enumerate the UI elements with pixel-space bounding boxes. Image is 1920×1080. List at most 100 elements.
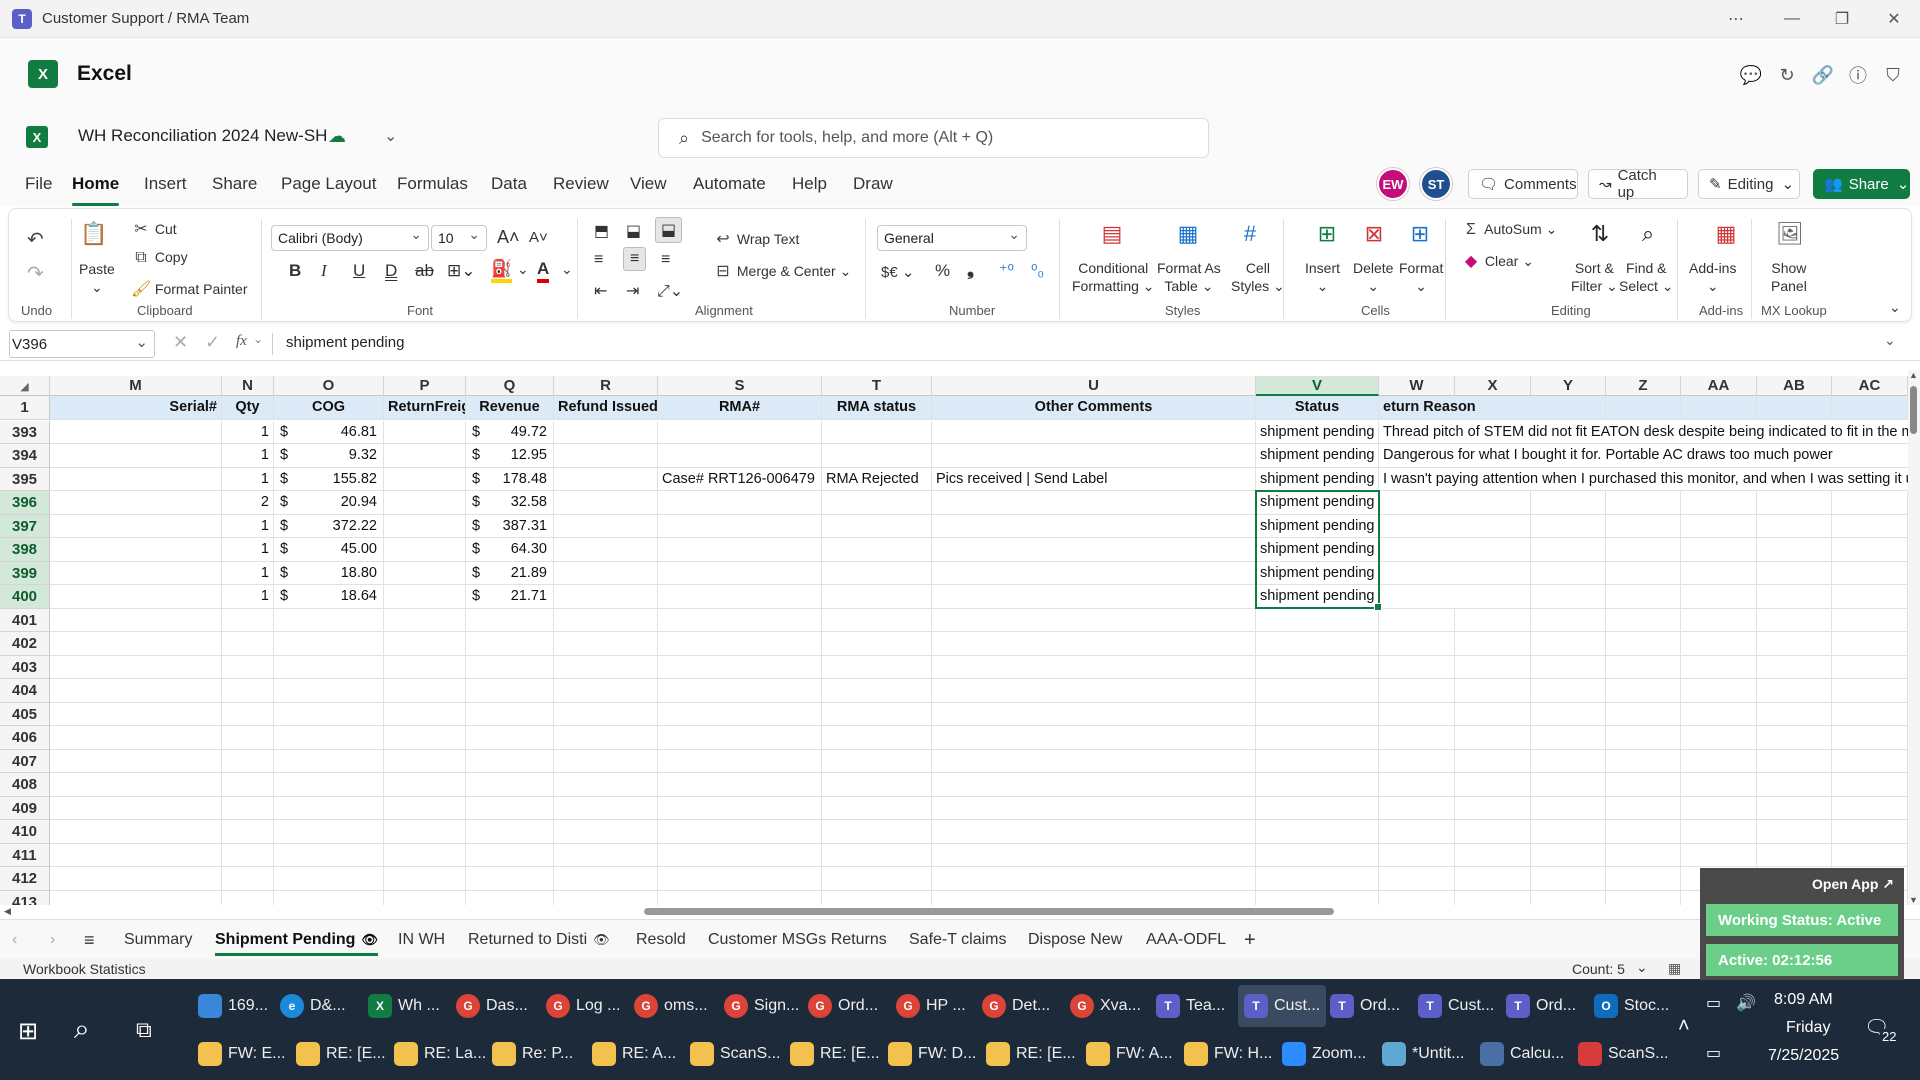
chevron-down-icon[interactable]: ⌄	[1636, 959, 1648, 976]
cell-cog[interactable]: $372.22	[274, 514, 384, 538]
cell-empty[interactable]	[658, 867, 822, 891]
cell-empty[interactable]	[1757, 726, 1832, 750]
prev-sheet-icon[interactable]: ‹	[12, 926, 17, 954]
cell-empty[interactable]	[274, 867, 384, 891]
cell-revenue[interactable]: $21.71	[466, 585, 554, 609]
font-color-chevron-icon[interactable]: ⌄	[561, 261, 573, 278]
cell-empty[interactable]	[822, 608, 932, 632]
cell-cog[interactable]: $18.80	[274, 561, 384, 585]
tab-shipment-pending[interactable]: Shipment Pending 👁	[215, 926, 378, 956]
find-select-button[interactable]: Find & Select ⌄	[1619, 259, 1674, 295]
header-cell-n[interactable]: Qty	[222, 396, 274, 420]
cancel-formula-icon[interactable]: ✕	[173, 332, 188, 353]
row-header[interactable]: 404	[0, 679, 50, 703]
cell-qty[interactable]: 1	[222, 514, 274, 538]
task-view-icon[interactable]: ⧉	[136, 1017, 152, 1043]
cell-empty[interactable]	[1606, 726, 1681, 750]
cell-empty[interactable]	[1681, 726, 1757, 750]
cell-empty[interactable]	[50, 726, 222, 750]
sort-filter-button[interactable]: Sort & Filter ⌄	[1571, 259, 1618, 295]
cell-other-comments[interactable]	[932, 444, 1256, 468]
function-chevron-icon[interactable]: ⌄	[253, 332, 263, 346]
maximize-button[interactable]: ❐	[1822, 6, 1862, 32]
cell-empty[interactable]	[1531, 773, 1606, 797]
scroll-up-arrow-icon[interactable]: ▲	[1909, 370, 1918, 380]
cell-empty[interactable]	[1757, 843, 1832, 867]
cell-empty[interactable]	[1681, 773, 1757, 797]
cell-empty[interactable]	[1606, 679, 1681, 703]
cell-empty[interactable]	[554, 749, 658, 773]
cell-empty[interactable]	[1379, 608, 1455, 632]
cell-rma-number[interactable]	[658, 561, 822, 585]
cell-serial[interactable]	[50, 420, 222, 444]
cell-cog[interactable]: $46.81	[274, 420, 384, 444]
header-cell-ac[interactable]	[1832, 396, 1908, 420]
tab-formulas[interactable]: Formulas	[397, 174, 468, 194]
cell-empty[interactable]	[554, 773, 658, 797]
taskbar-window-button[interactable]: FW: H...	[1178, 1033, 1278, 1075]
cell-empty[interactable]	[822, 632, 932, 656]
confirm-formula-icon[interactable]: ✓	[205, 332, 220, 353]
font-size-select[interactable]: 10	[431, 225, 487, 251]
taskbar-window-button[interactable]: FW: E...	[192, 1033, 291, 1075]
cell-empty[interactable]	[1531, 679, 1606, 703]
cell-rma-number[interactable]	[658, 444, 822, 468]
cell-empty[interactable]	[274, 679, 384, 703]
cell-empty[interactable]	[222, 867, 274, 891]
cell-empty[interactable]	[554, 726, 658, 750]
cell-empty[interactable]	[1606, 632, 1681, 656]
delete-cells-button[interactable]: Delete ⌄	[1353, 259, 1393, 295]
tab-data[interactable]: Data	[491, 174, 527, 194]
catch-up-button[interactable]: ↝ Catch up	[1588, 167, 1688, 201]
cell-rma-status[interactable]	[822, 585, 932, 609]
cell-empty[interactable]	[932, 867, 1256, 891]
cell-empty[interactable]	[1606, 890, 1681, 906]
more-options-icon[interactable]: ⋯	[1716, 6, 1756, 32]
cell-empty[interactable]	[932, 608, 1256, 632]
borders-icon[interactable]: ⊞⌄	[447, 261, 476, 281]
cell-empty[interactable]	[1832, 655, 1908, 679]
cell-empty[interactable]	[1681, 608, 1757, 632]
cell-empty[interactable]	[554, 867, 658, 891]
taskbar-app-button[interactable]: G Sign...	[718, 985, 805, 1027]
cell-empty[interactable]	[822, 749, 932, 773]
cell-empty[interactable]	[1455, 796, 1531, 820]
cell-empty[interactable]	[1531, 820, 1606, 844]
scroll-thumb[interactable]	[644, 908, 1334, 915]
formula-input[interactable]: shipment pending	[286, 334, 404, 351]
cell-other-comments[interactable]	[932, 491, 1256, 515]
cell-rma-number[interactable]	[658, 491, 822, 515]
column-header-q[interactable]: Q	[466, 376, 554, 396]
taskbar-window-button[interactable]: FW: A...	[1080, 1033, 1179, 1075]
decrease-decimal-icon[interactable]: ⁰₀	[1031, 261, 1044, 281]
cell-empty[interactable]	[1832, 608, 1908, 632]
cell-refund-issued[interactable]	[554, 514, 658, 538]
cell-rma-status[interactable]: RMA Rejected	[822, 467, 932, 491]
delete-cells-icon[interactable]: ⊠	[1359, 219, 1389, 249]
cell-empty[interactable]	[466, 632, 554, 656]
redo-button[interactable]: ↷	[27, 261, 44, 286]
cell-return-reason[interactable]	[1379, 562, 1908, 585]
cell-empty[interactable]	[274, 702, 384, 726]
cell-empty[interactable]	[554, 679, 658, 703]
cell-revenue[interactable]: $178.48	[466, 467, 554, 491]
tab-customer-msgs-returns[interactable]: Customer MSGs Returns	[708, 926, 887, 954]
row-header[interactable]: 413	[0, 890, 50, 906]
expand-formula-bar-icon[interactable]: ⌄	[1884, 332, 1896, 349]
row-header[interactable]: 402	[0, 632, 50, 656]
header-cell-r[interactable]: Refund Issued	[554, 396, 658, 420]
cell-empty[interactable]	[658, 843, 822, 867]
add-ins-icon[interactable]: ▦	[1711, 219, 1741, 249]
cell-empty[interactable]	[1531, 608, 1606, 632]
cell-empty[interactable]	[822, 890, 932, 906]
horizontal-scrollbar[interactable]: ◀	[0, 905, 1920, 919]
cell-empty[interactable]	[1256, 608, 1379, 632]
cell-empty[interactable]	[384, 843, 466, 867]
cell-rma-status[interactable]	[822, 514, 932, 538]
cell-empty[interactable]	[1757, 749, 1832, 773]
cell-empty[interactable]	[50, 702, 222, 726]
cell-empty[interactable]	[1531, 655, 1606, 679]
cell-return-reason[interactable]: Thread pitch of STEM did not fit EATON d…	[1379, 421, 1908, 444]
cell-empty[interactable]	[466, 726, 554, 750]
paste-icon[interactable]: 📋	[79, 219, 109, 249]
